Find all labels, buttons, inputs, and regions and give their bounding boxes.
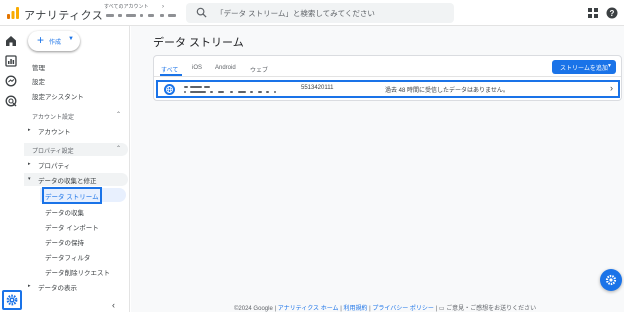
tab-ios[interactable]: iOS xyxy=(192,65,202,71)
apps-grid-icon[interactable] xyxy=(588,8,598,18)
caret-right-icon: ▸ xyxy=(28,161,31,167)
page-title: データ ストリーム xyxy=(153,37,244,49)
home-icon[interactable] xyxy=(5,35,17,47)
chevron-up-icon[interactable]: ⌃ xyxy=(116,145,121,152)
sidebar-item-settings[interactable]: 設定 xyxy=(32,76,45,86)
account-name-redacted xyxy=(104,12,178,20)
caret-right-icon: ▸ xyxy=(28,127,31,133)
web-globe-icon xyxy=(164,84,175,95)
plus-icon: + xyxy=(37,33,45,47)
tab-android[interactable]: Android xyxy=(215,65,236,71)
sidebar-item-account[interactable]: アカウント xyxy=(38,126,71,136)
chevron-left-icon[interactable]: ‹ xyxy=(112,300,115,310)
tab-web[interactable]: ウェブ xyxy=(250,65,268,74)
caret-down-icon: ▾ xyxy=(28,176,31,182)
footer-copyright: ©2024 Google xyxy=(234,306,273,312)
sidebar-item-data-collection-sub[interactable]: データの収集 xyxy=(45,207,84,217)
add-stream-label: ストリームを追加 xyxy=(560,66,608,72)
stream-status: 過去 48 時間に受信したデータはありません。 xyxy=(385,88,509,94)
add-stream-button[interactable]: ストリームを追加 ▼ xyxy=(552,60,616,74)
caret-down-icon: ▼ xyxy=(68,36,74,42)
footer: ©2024 Google | アナリティクス ホーム | 利用規約 | プライバ… xyxy=(234,306,537,312)
footer-feedback-link[interactable]: ご意見・ご感想をお送りください xyxy=(446,306,536,312)
sidebar-item-setup-assistant[interactable]: 設定アシスタント xyxy=(32,91,84,101)
account-label: すべてのアカウント xyxy=(104,4,149,10)
analytics-logo-icon[interactable] xyxy=(6,6,20,20)
section-account-settings[interactable]: アカウント設定 xyxy=(32,112,74,121)
app-title: アナリティクス xyxy=(24,10,104,22)
footer-home-link[interactable]: アナリティクス ホーム xyxy=(278,306,339,312)
divider xyxy=(154,76,621,77)
create-button[interactable]: + 作成 ▼ xyxy=(28,31,80,51)
top-bar: アナリティクス すべてのアカウント › 「データ ストリーム」と検索してみてくだ… xyxy=(0,0,624,26)
footer-privacy-link[interactable]: プライバシー ポリシー xyxy=(372,306,434,312)
feedback-icon: ▭ xyxy=(438,306,445,312)
sidebar-item-data-retention[interactable]: データの保持 xyxy=(45,237,84,247)
settings-assistant-button[interactable] xyxy=(600,269,622,291)
svg-text:?: ? xyxy=(610,9,615,18)
sidebar-item-data-collection[interactable]: データの収集と修正 xyxy=(38,175,97,185)
sidebar-item-data-deletion[interactable]: データ削除リクエスト xyxy=(45,267,110,277)
search-icon xyxy=(196,7,207,18)
search-placeholder: 「データ ストリーム」と検索してみてください xyxy=(216,9,375,18)
chevron-up-icon[interactable]: ⌃ xyxy=(116,111,121,118)
reports-icon[interactable] xyxy=(5,55,17,67)
stream-row[interactable]: 5513420111 過去 48 時間に受信したデータはありません。 › xyxy=(156,80,620,98)
tab-all[interactable]: すべて xyxy=(161,65,178,74)
create-button-label: 作成 xyxy=(49,40,62,46)
streams-card: すべて iOS Android ウェブ ストリームを追加 ▼ 551342011… xyxy=(153,55,622,101)
footer-terms-link[interactable]: 利用規約 xyxy=(343,306,367,312)
sidebar-item-data-import[interactable]: データ インポート xyxy=(45,222,99,232)
main-content: データ ストリーム すべて iOS Android ウェブ ストリームを追加 ▼ xyxy=(131,26,624,312)
caret-right-icon: ▸ xyxy=(28,283,31,289)
sidebar-item-data-filters[interactable]: データフィルタ xyxy=(45,252,90,262)
sidebar-item-data-display[interactable]: データの表示 xyxy=(38,282,77,292)
nav-rail xyxy=(0,26,22,312)
explore-icon[interactable] xyxy=(5,75,17,87)
advertising-icon[interactable] xyxy=(5,95,17,107)
sidebar-item-data-streams[interactable]: データ ストリーム xyxy=(45,191,99,201)
account-switcher[interactable]: すべてのアカウント › xyxy=(104,3,182,23)
help-icon[interactable]: ? xyxy=(606,7,618,19)
gear-icon xyxy=(6,294,18,306)
sidebar-item-admin[interactable]: 管理 xyxy=(32,62,45,72)
stream-id: 5513420111 xyxy=(301,85,334,91)
admin-sidebar: + 作成 ▼ 管理 設定 設定アシスタント アカウント設定 ⌃ ▸ アカウント … xyxy=(22,26,130,312)
admin-settings-button[interactable] xyxy=(2,290,22,310)
section-property-settings[interactable]: プロパティ設定 xyxy=(32,146,74,155)
sidebar-item-property[interactable]: プロパティ xyxy=(38,160,70,170)
settings-assistant-icon xyxy=(605,274,617,286)
search-bar[interactable]: 「データ ストリーム」と検索してみてください xyxy=(186,3,454,23)
stream-name-redacted xyxy=(184,85,284,95)
chevron-right-icon: › xyxy=(162,4,164,10)
chevron-right-icon[interactable]: › xyxy=(610,83,613,93)
caret-down-icon: ▼ xyxy=(607,63,612,69)
